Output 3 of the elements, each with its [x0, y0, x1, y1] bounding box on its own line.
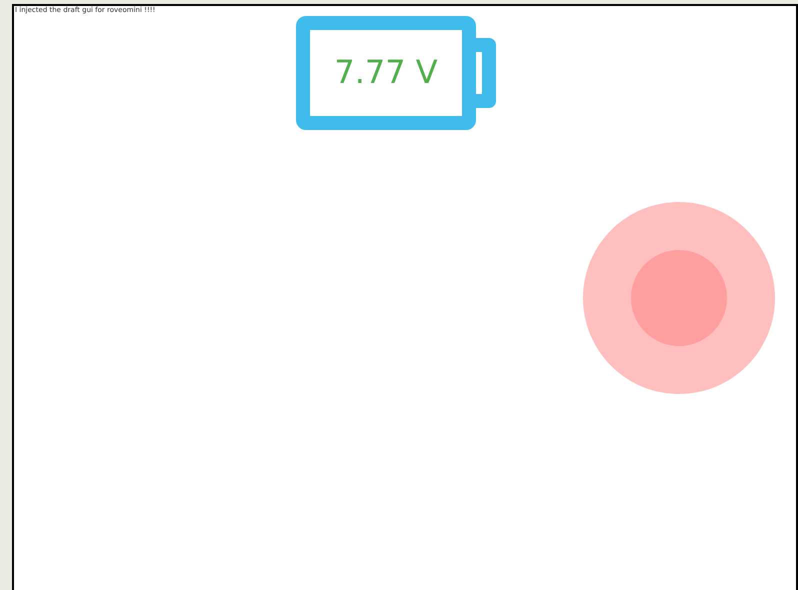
battery-icon	[296, 16, 496, 130]
joystick[interactable]	[583, 202, 775, 394]
battery-voltage: 7.77 V	[333, 52, 439, 92]
